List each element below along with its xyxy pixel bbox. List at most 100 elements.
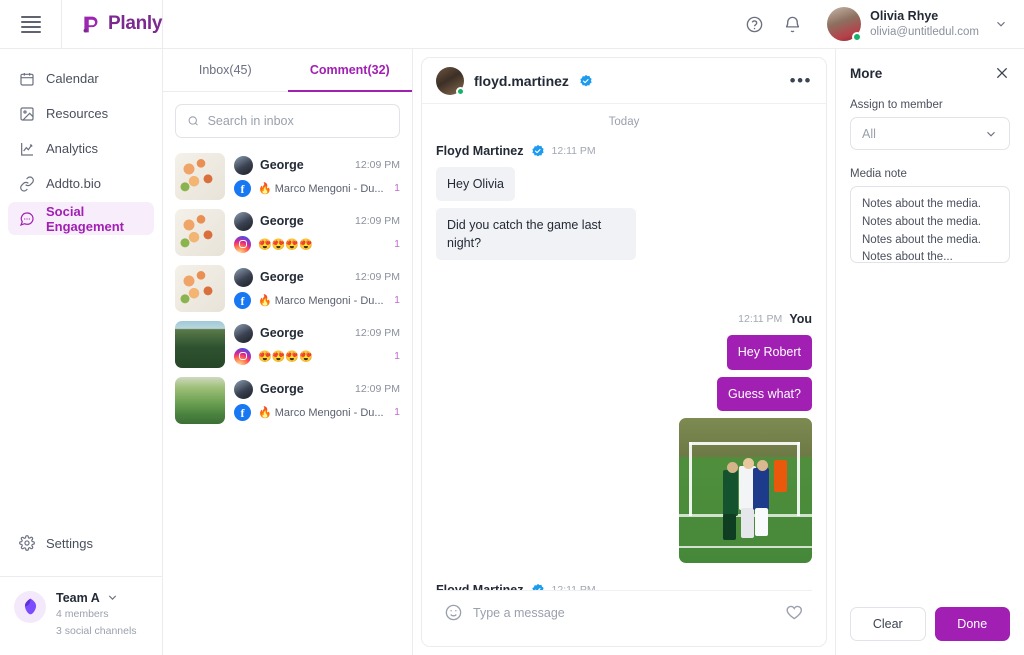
done-button[interactable]: Done: [934, 607, 1010, 641]
message-meta: Floyd Martinez 12:11 PM: [436, 144, 812, 158]
planly-logo-icon: [83, 16, 98, 32]
chevron-down-icon[interactable]: [984, 127, 998, 141]
conversation-name: George: [260, 270, 304, 284]
verified-badge-icon: [580, 74, 592, 86]
list-item[interactable]: George 12:09 PM 😍😍😍😍 1: [163, 204, 412, 260]
composer-wrap: Type a message: [422, 590, 826, 646]
user-info: Olivia Rhye olivia@untitledul.com: [870, 9, 979, 39]
clear-button[interactable]: Clear: [850, 607, 926, 641]
inbox-tabs: Inbox(45) Comment(32): [163, 49, 412, 92]
sidebar-item-resources[interactable]: Resources: [8, 97, 154, 130]
chevron-down-icon[interactable]: [106, 591, 119, 604]
online-status-dot: [456, 86, 465, 96]
search-input[interactable]: [207, 114, 388, 128]
conversation-time: 12:09 PM: [355, 383, 400, 395]
search-icon: [188, 116, 198, 126]
team-name: Team A: [56, 590, 100, 605]
verified-badge-icon: [531, 583, 544, 590]
sidebar-item-label: Addto.bio: [46, 176, 101, 191]
conversation-thumbnail: [175, 376, 225, 424]
chat-messages[interactable]: Today Floyd Martinez 12:11 PM Hey Olivia: [422, 104, 826, 590]
conversation-bottom-row: 😍😍😍😍 1: [234, 235, 400, 253]
user-name: Olivia Rhye: [870, 9, 939, 23]
app-root: Planly Olivia Rhye olivia@untitledul.com…: [0, 0, 1024, 655]
link-icon: [18, 175, 35, 192]
conversation-body: George 12:09 PM 😍😍😍😍 1: [234, 211, 400, 253]
message-bubble[interactable]: Hey Robert: [726, 335, 812, 370]
conversation-name: George: [260, 382, 304, 396]
top-bar: Planly Olivia Rhye olivia@untitledul.com: [0, 0, 1024, 49]
topbar-actions: Olivia Rhye olivia@untitledul.com: [743, 7, 1024, 42]
team-switcher[interactable]: Team A 4 members 3 social channels: [0, 575, 162, 655]
media-note-field[interactable]: Notes about the media. Notes about the m…: [850, 186, 1010, 263]
message-row: Did you catch the game last night?: [436, 208, 812, 261]
chat-contact-username: floyd.martinez: [474, 72, 569, 89]
message-input[interactable]: Type a message: [473, 606, 774, 620]
message-bubble[interactable]: Hey Olivia: [436, 167, 515, 202]
tab-inbox[interactable]: Inbox(45): [163, 49, 288, 92]
sidebar-item-settings[interactable]: Settings: [8, 527, 154, 560]
sidebar-item-calendar[interactable]: Calendar: [8, 62, 154, 95]
sidebar-item-social-engagement[interactable]: Social Engagement: [8, 202, 154, 235]
conversation-top-row: George 12:09 PM: [234, 379, 400, 399]
sidebar-item-addto-bio[interactable]: Addto.bio: [8, 167, 154, 200]
verified-badge-icon: [531, 144, 544, 157]
conversation-name: George: [260, 326, 304, 340]
more-horizontal-icon[interactable]: •••: [790, 72, 812, 89]
facebook-icon: f: [234, 403, 251, 421]
avatar: [234, 323, 253, 343]
message-time: 12:11 PM: [738, 313, 783, 326]
heart-icon[interactable]: [784, 603, 804, 623]
sidebar-nav: Calendar Resources Analytics Addto.bio S…: [0, 49, 162, 235]
list-item[interactable]: George 12:09 PM f 🔥 Marco Mengoni - Du..…: [163, 260, 412, 316]
list-item[interactable]: George 12:09 PM 😍😍😍😍 1: [163, 316, 412, 372]
facebook-icon: f: [234, 179, 251, 197]
conversation-body: George 12:09 PM f 🔥 Marco Mengoni - Du..…: [234, 155, 400, 197]
instagram-icon: [234, 235, 251, 253]
conversation-snippet: 🔥 Marco Mengoni - Du...: [258, 294, 384, 307]
conversation-unread-count: 1: [394, 294, 400, 306]
emoji-smiley-icon[interactable]: [444, 603, 463, 622]
close-icon[interactable]: [994, 65, 1010, 81]
soccer-match-photo[interactable]: [679, 417, 812, 563]
more-panel-actions: Clear Done: [850, 607, 1010, 641]
conversation-unread-count: 1: [394, 350, 400, 362]
help-circle-icon[interactable]: [743, 13, 765, 35]
message-composer[interactable]: Type a message: [436, 590, 812, 634]
list-item[interactable]: George 12:09 PM f 🔥 Marco Mengoni - Du..…: [163, 148, 412, 204]
sidebar-item-label: Calendar: [46, 71, 99, 86]
assign-to-member-select[interactable]: All: [850, 117, 1010, 150]
conversation-list[interactable]: George 12:09 PM f 🔥 Marco Mengoni - Du..…: [163, 146, 412, 655]
hamburger-menu-icon[interactable]: [20, 15, 41, 33]
user-profile-menu[interactable]: Olivia Rhye olivia@untitledul.com: [827, 7, 1008, 42]
facebook-icon: f: [234, 291, 251, 309]
chat-bubble-icon: [18, 210, 35, 227]
chart-line-icon: [18, 140, 35, 157]
chat-header: floyd.martinez •••: [422, 58, 826, 104]
inbox-panel: Inbox(45) Comment(32) Geor: [163, 49, 413, 655]
hamburger-menu-button[interactable]: [0, 0, 62, 49]
tab-comment[interactable]: Comment(32): [287, 49, 412, 92]
gear-icon: [18, 535, 35, 552]
avatar: [234, 155, 253, 175]
bell-icon[interactable]: [781, 13, 803, 35]
conversation-thumbnail: [175, 320, 225, 368]
conversation-top-row: George 12:09 PM: [234, 323, 400, 343]
avatar: [436, 66, 465, 96]
message-bubble[interactable]: Did you catch the game last night?: [436, 208, 636, 261]
sidebar-item-label: Resources: [46, 106, 109, 121]
conversation-name: George: [260, 214, 304, 228]
assign-to-member-label: Assign to member: [850, 99, 943, 111]
more-panel: More Assign to member All Media note Not…: [835, 49, 1024, 655]
message-sender: Floyd Martinez: [436, 144, 524, 158]
message-bubble[interactable]: Guess what?: [717, 376, 812, 411]
message-meta: 12:11 PM You: [436, 312, 812, 326]
sidebar-item-analytics[interactable]: Analytics: [8, 132, 154, 165]
conversation-top-row: George 12:09 PM: [234, 155, 400, 175]
page-title: More: [850, 65, 883, 81]
list-item[interactable]: George 12:09 PM f 🔥 Marco Mengoni - Du..…: [163, 372, 412, 428]
chevron-down-icon[interactable]: [994, 17, 1008, 31]
search-box[interactable]: [175, 104, 400, 138]
settings-row: Settings: [0, 527, 162, 576]
brand[interactable]: Planly: [62, 0, 163, 49]
